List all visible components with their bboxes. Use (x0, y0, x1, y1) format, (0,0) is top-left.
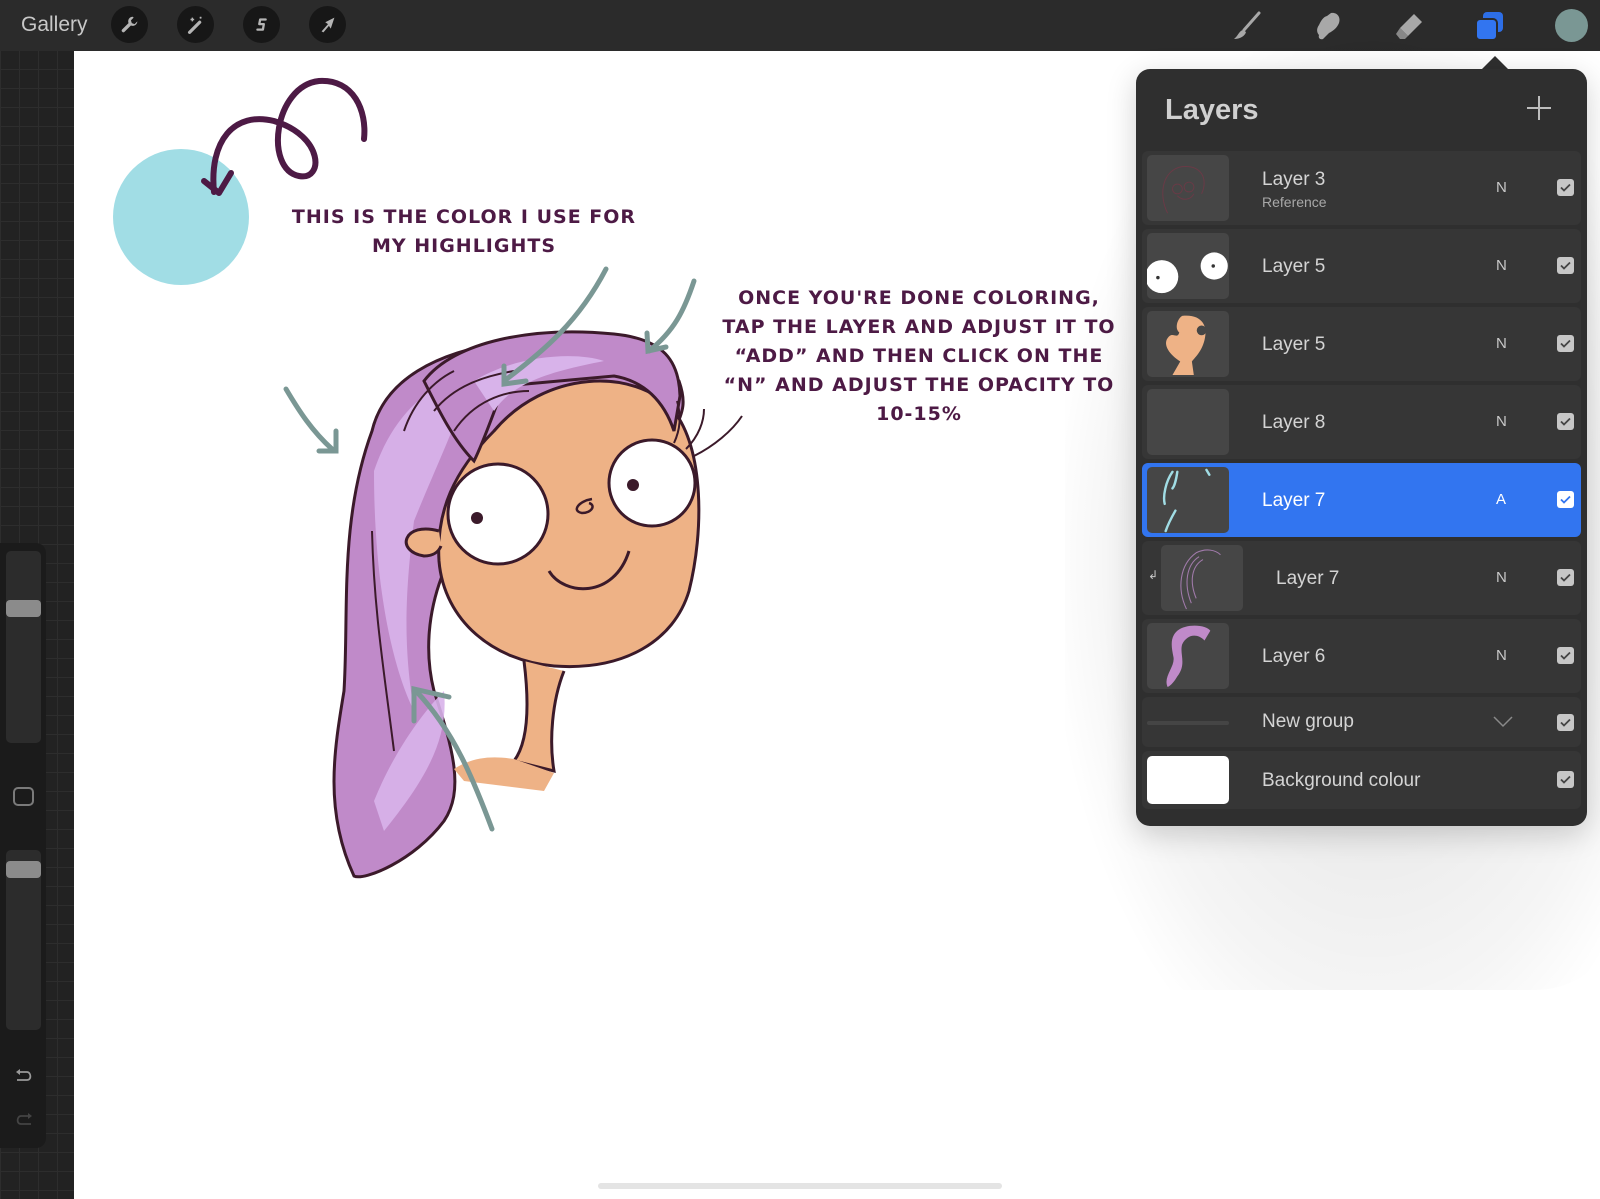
layer-row[interactable]: Layer 6 N (1142, 619, 1581, 693)
arrow-cursor-icon (321, 17, 334, 32)
layer-visibility-checkbox[interactable] (1557, 647, 1574, 664)
eraser-icon (1396, 14, 1422, 39)
undo-button[interactable] (10, 1065, 38, 1089)
smudge-tool-button[interactable] (1310, 8, 1346, 44)
arrow-left (283, 386, 335, 452)
background-color-swatch[interactable] (1147, 756, 1229, 804)
layer-visibility-checkbox[interactable] (1557, 179, 1574, 196)
undo-icon (16, 1069, 32, 1081)
brush-tool-button[interactable] (1229, 8, 1265, 44)
layer-row[interactable]: Layer 7 A (1142, 463, 1581, 537)
clipping-mask-icon: ↲ (1148, 568, 1159, 582)
layer-thumbnail[interactable] (1147, 233, 1229, 299)
add-blend-instructions-note: Once you're done coloring, tap the layer… (722, 287, 1116, 425)
layers-panel-header: Layers (1136, 69, 1587, 151)
group-row[interactable]: New group (1142, 697, 1581, 747)
group-name: New group (1262, 711, 1354, 732)
layer-name: Layer 5 (1262, 334, 1326, 355)
arrow-top-right (646, 278, 697, 354)
layer-row[interactable]: ↲ Layer 7 N (1142, 541, 1581, 615)
layer-name: Layer 3 (1262, 169, 1326, 190)
selection-button[interactable] (243, 6, 280, 43)
transform-button[interactable] (309, 6, 346, 43)
add-layer-button[interactable] (1524, 93, 1554, 123)
layers-icon (1475, 12, 1503, 41)
layer-name: Layer 7 (1276, 568, 1340, 589)
layer-row[interactable]: Layer 5 N (1142, 307, 1581, 381)
redo-icon (16, 1113, 32, 1125)
layer-thumbnail[interactable] (1147, 623, 1229, 689)
checkmark-icon (1560, 495, 1571, 504)
checkmark-icon (1560, 651, 1571, 660)
layer-visibility-checkbox[interactable] (1557, 335, 1574, 352)
checkmark-icon (1560, 417, 1571, 426)
layer-row[interactable]: Layer 3 Reference N (1142, 151, 1581, 225)
highlight-color-note: This is the color I use for my highlight… (291, 206, 637, 257)
checkmark-icon (1560, 183, 1571, 192)
blend-mode-button[interactable]: N (1496, 569, 1507, 586)
actions-button[interactable] (111, 6, 148, 43)
layer-visibility-checkbox[interactable] (1557, 491, 1574, 508)
blend-mode-button[interactable]: N (1496, 647, 1507, 664)
layer-name: Layer 6 (1262, 646, 1326, 667)
smudge-finger-icon (1317, 12, 1340, 40)
home-indicator[interactable] (598, 1183, 1002, 1189)
layer-name: Layer 5 (1262, 256, 1326, 277)
opacity-slider[interactable] (6, 850, 41, 1030)
checkmark-icon (1560, 339, 1571, 348)
layers-panel: Layers Layer 3 Reference N Layer 5 N Layer 5 N… (1136, 69, 1587, 826)
checkmark-icon (1560, 718, 1571, 727)
layers-tool-button[interactable] (1472, 8, 1508, 44)
group-visibility-checkbox[interactable] (1557, 714, 1574, 731)
layer-thumbnail[interactable] (1147, 467, 1229, 533)
blend-mode-button[interactable]: N (1496, 413, 1507, 430)
character-illustration (332, 330, 743, 879)
adjustments-button[interactable] (177, 6, 214, 43)
highlight-color-swatch (113, 149, 249, 285)
panel-pointer (1482, 56, 1508, 69)
gallery-button[interactable]: Gallery (21, 13, 88, 37)
background-visibility-checkbox[interactable] (1557, 771, 1574, 788)
selection-s-icon (255, 17, 267, 31)
brush-size-thumb[interactable] (6, 600, 41, 617)
checkmark-icon (1560, 573, 1571, 582)
layer-name: Layer 7 (1262, 490, 1326, 511)
squiggle-arrow (210, 77, 368, 195)
layer-subtitle: Reference (1262, 194, 1327, 210)
layer-thumbnail[interactable] (1147, 311, 1229, 377)
background-color-label: Background colour (1262, 770, 1421, 791)
blend-mode-button[interactable]: N (1496, 257, 1507, 274)
opacity-thumb[interactable] (6, 861, 41, 879)
layer-row[interactable]: Layer 5 N (1142, 229, 1581, 303)
eraser-tool-button[interactable] (1391, 8, 1427, 44)
layer-visibility-checkbox[interactable] (1557, 413, 1574, 430)
group-divider (1147, 721, 1229, 725)
blend-mode-button[interactable]: N (1496, 335, 1507, 352)
layers-panel-title: Layers (1165, 94, 1259, 126)
blend-mode-button[interactable]: A (1496, 491, 1506, 508)
layer-name: Layer 8 (1262, 412, 1326, 433)
modify-button[interactable] (13, 787, 34, 806)
chevron-down-icon[interactable] (1492, 715, 1514, 729)
checkmark-icon (1560, 261, 1571, 270)
layer-visibility-checkbox[interactable] (1557, 569, 1574, 586)
wrench-icon (121, 16, 137, 32)
left-sidebar (0, 543, 46, 1148)
checkmark-icon (1560, 775, 1571, 784)
layer-thumbnail[interactable] (1147, 155, 1229, 221)
layer-thumbnail[interactable] (1161, 545, 1243, 611)
magic-wand-icon (187, 16, 201, 34)
procreate-app: This is the color I use for my highlight… (0, 0, 1600, 1199)
brush-size-slider[interactable] (6, 551, 41, 743)
layer-visibility-checkbox[interactable] (1557, 257, 1574, 274)
blend-mode-button[interactable]: N (1496, 179, 1507, 196)
layer-thumbnail[interactable] (1147, 389, 1229, 455)
current-color-button[interactable] (1555, 9, 1588, 42)
background-color-row[interactable]: Background colour (1142, 751, 1581, 809)
brush-icon (1234, 11, 1261, 39)
layer-row[interactable]: Layer 8 N (1142, 385, 1581, 459)
redo-button[interactable] (10, 1109, 38, 1133)
